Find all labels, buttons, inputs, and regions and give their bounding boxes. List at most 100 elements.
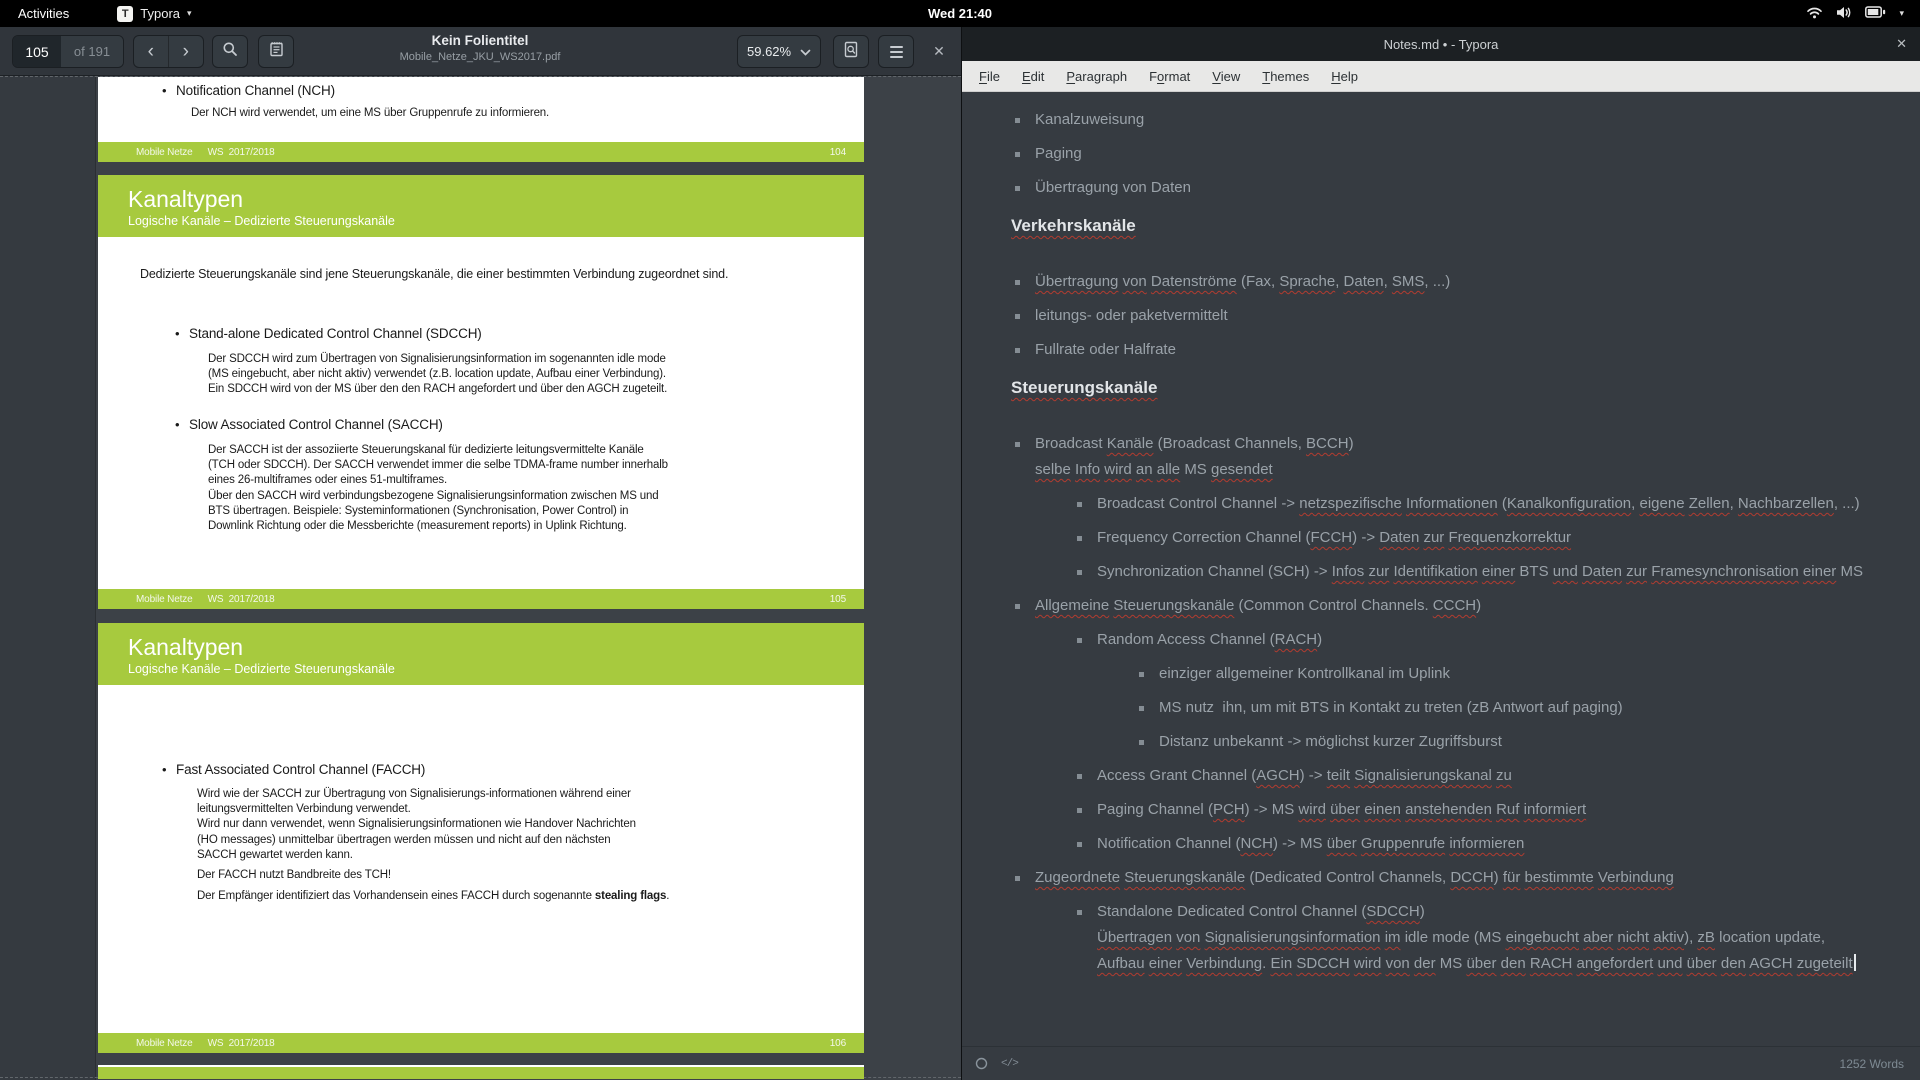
markdown-list-item[interactable]: Zugeordnete Steuerungskanäle (Dedicated … (1011, 865, 1900, 891)
markdown-list-item[interactable]: Broadcast Kanäle (Broadcast Channels, BC… (1011, 431, 1900, 483)
list-item-line: Random Access Channel (RACH) (1097, 627, 1900, 653)
slide-body-text: Der SDCCH wird zum Übertragen von Signal… (208, 352, 670, 398)
list-item-line: Aufbau einer Verbindung. Ein SDCCH wird … (1097, 951, 1900, 977)
markdown-list-item[interactable]: Paging Channel (PCH) -> MS wird über ein… (1011, 797, 1900, 823)
markdown-list-item[interactable]: Notification Channel (NCH) -> MS über Gr… (1011, 831, 1900, 857)
window-title: Notes.md • - Typora (1384, 37, 1499, 52)
outline-toggle-button[interactable] (975, 1057, 988, 1070)
search-icon (222, 41, 238, 62)
slide-body-text: Wird wie der SACCH zur Übertragung von S… (197, 787, 652, 904)
list-item-line: Distanz unbekannt -> möglichst kurzer Zu… (1159, 729, 1900, 755)
markdown-list-item[interactable]: Distanz unbekannt -> möglichst kurzer Zu… (1011, 729, 1900, 755)
markdown-list-item[interactable]: Paging (1011, 141, 1900, 167)
list-item-line: Standalone Dedicated Control Channel (SD… (1097, 899, 1900, 925)
list-item-line: Zugeordnete Steuerungskanäle (Dedicated … (1035, 865, 1900, 891)
menu-format[interactable]: Format (1138, 61, 1201, 92)
footer-page-number: 106 (830, 1038, 846, 1049)
footer-page-number: 105 (830, 594, 846, 605)
menu-help[interactable]: Help (1320, 61, 1369, 92)
battery-icon (1865, 6, 1886, 21)
typora-titlebar[interactable]: Notes.md • - Typora ✕ (962, 27, 1920, 61)
system-status-area[interactable]: ▾ (1806, 6, 1904, 22)
slide-title: Kanaltypen (128, 185, 864, 213)
menu-view[interactable]: View (1201, 61, 1251, 92)
window-menu-button[interactable] (878, 35, 914, 68)
list-item-line: Allgemeine Steuerungskanäle (Common Cont… (1035, 593, 1900, 619)
menu-edit[interactable]: Edit (1011, 61, 1055, 92)
menu-themes[interactable]: Themes (1251, 61, 1320, 92)
markdown-list-item[interactable]: Übertragung von Datenströme (Fax, Sprach… (1011, 269, 1900, 295)
markdown-list-item[interactable]: Übertragung von Daten (1011, 175, 1900, 201)
zoom-level-value: 59.62% (747, 44, 791, 59)
page-nav-buttons: ‹ › (133, 35, 204, 68)
slide-subtitle: Logische Kanäle – Dedizierte Steuerungsk… (128, 213, 864, 230)
zoom-level-dropdown[interactable]: 59.62% (737, 35, 821, 68)
markdown-list-item[interactable]: Allgemeine Steuerungskanäle (Common Cont… (1011, 593, 1900, 619)
clock[interactable]: Wed 21:40 (0, 6, 1920, 21)
pdf-page-105: Kanaltypen Logische Kanäle – Dedizierte … (98, 175, 864, 609)
list-item-line: Fullrate oder Halfrate (1035, 337, 1900, 363)
list-item-line: Kanalzuweisung (1035, 107, 1900, 133)
slide-footer: Mobile Netze WS 2017/2018 104 (98, 142, 864, 162)
markdown-list-item[interactable]: Standalone Dedicated Control Channel (SD… (1011, 899, 1900, 977)
footer-term: WS 2017/2018 (208, 147, 275, 158)
typora-statusbar: </> 1252 Words (962, 1046, 1920, 1080)
footer-course: Mobile Netze (136, 147, 193, 158)
slide-header: Kanaltypen Logische Kanäle – Dedizierte … (98, 175, 864, 237)
notepad-icon (269, 41, 284, 62)
hamburger-menu-icon (890, 46, 903, 58)
footer-page-number: 104 (830, 147, 846, 158)
page-number-input[interactable] (13, 36, 61, 67)
next-page-button[interactable]: › (169, 36, 204, 67)
pdf-page-canvas[interactable]: Notification Channel (NCH) Der NCH wird … (0, 76, 961, 1078)
pdf-viewer-window: Notification Channel (NCH) Der NCH wird … (0, 27, 961, 1080)
list-item-line: Übertragung von Daten (1035, 175, 1900, 201)
markdown-list-item[interactable]: Random Access Channel (RACH) (1011, 627, 1900, 653)
close-window-button[interactable]: ✕ (922, 35, 956, 68)
markdown-list-item[interactable]: leitungs- oder paketvermittelt (1011, 303, 1900, 329)
previous-page-button[interactable]: ‹ (134, 36, 169, 67)
markdown-editor[interactable]: Kanalzuweisung Paging Übertragung von Date… (962, 92, 1920, 1046)
slide-body-text: Der SACCH ist der assoziierte Steuerungs… (208, 443, 670, 534)
markdown-heading[interactable]: Steuerungskanäle (1011, 375, 1900, 401)
markdown-list-item[interactable]: MS nutz ihn, um mit BTS in Kontakt zu tr… (1011, 695, 1900, 721)
list-item-line: Übertragung von Datenströme (Fax, Sprach… (1035, 269, 1900, 295)
desktop: Activities T Typora ▾ Wed 21:40 ▾ Notifi… (0, 0, 1920, 1080)
annotations-button[interactable] (258, 35, 294, 68)
slide-bullet-title: Notification Channel (NCH) (176, 83, 335, 98)
list-item-line: MS nutz ihn, um mit BTS in Kontakt zu tr… (1159, 695, 1900, 721)
list-item-line: Broadcast Control Channel -> netzspezifi… (1097, 491, 1900, 517)
markdown-list-item[interactable]: Fullrate oder Halfrate (1011, 337, 1900, 363)
document-properties-button[interactable] (833, 35, 869, 68)
document-filename: Mobile_Netze_JKU_WS2017.pdf (290, 51, 670, 63)
chevron-down-icon: ▾ (1899, 8, 1904, 19)
footer-course: Mobile Netze (136, 1038, 193, 1049)
list-item-line: Access Grant Channel (AGCH) -> teilt Sig… (1097, 763, 1900, 789)
slide-intro-text: Dedizierte Steuerungskanäle sind jene St… (140, 265, 735, 284)
source-code-mode-button[interactable]: </> (1001, 1058, 1018, 1070)
markdown-list-item[interactable]: Broadcast Control Channel -> netzspezifi… (1011, 491, 1900, 517)
menu-paragraph[interactable]: Paragraph (1055, 61, 1138, 92)
list-item-line: Paging (1035, 141, 1900, 167)
markdown-list-item[interactable]: Access Grant Channel (AGCH) -> teilt Sig… (1011, 763, 1900, 789)
markdown-list-item[interactable]: Frequency Correction Channel (FCCH) -> D… (1011, 525, 1900, 551)
slide-subtitle: Logische Kanäle – Dedizierte Steuerungsk… (128, 661, 864, 678)
slide-bullet-title: Fast Associated Control Channel (FACCH) (176, 762, 425, 777)
footer-term: WS 2017/2018 (208, 594, 275, 605)
markdown-list-item[interactable]: einziger allgemeiner Kontrollkanal im Up… (1011, 661, 1900, 687)
list-item-line: einziger allgemeiner Kontrollkanal im Up… (1159, 661, 1900, 687)
footer-course: Mobile Netze (136, 594, 193, 605)
typora-window: Notes.md • - Typora ✕ FileEditParagraphF… (961, 27, 1920, 1080)
word-count: 1252 Words (1840, 1057, 1904, 1071)
list-item-line: leitungs- oder paketvermittelt (1035, 303, 1900, 329)
markdown-heading[interactable]: Verkehrskanäle (1011, 213, 1900, 239)
chevron-down-icon (800, 44, 811, 59)
list-item-line: Paging Channel (PCH) -> MS wird über ein… (1097, 797, 1900, 823)
close-window-button[interactable]: ✕ (1896, 27, 1907, 61)
markdown-list-item[interactable]: Synchronization Channel (SCH) -> Infos z… (1011, 559, 1900, 585)
menu-file[interactable]: File (968, 61, 1011, 92)
document-title-text: Kein Folientitel (290, 33, 670, 48)
list-item-line: Übertragen von Signalisierungsinformatio… (1097, 925, 1900, 951)
search-button[interactable] (212, 35, 248, 68)
markdown-list-item[interactable]: Kanalzuweisung (1011, 107, 1900, 133)
